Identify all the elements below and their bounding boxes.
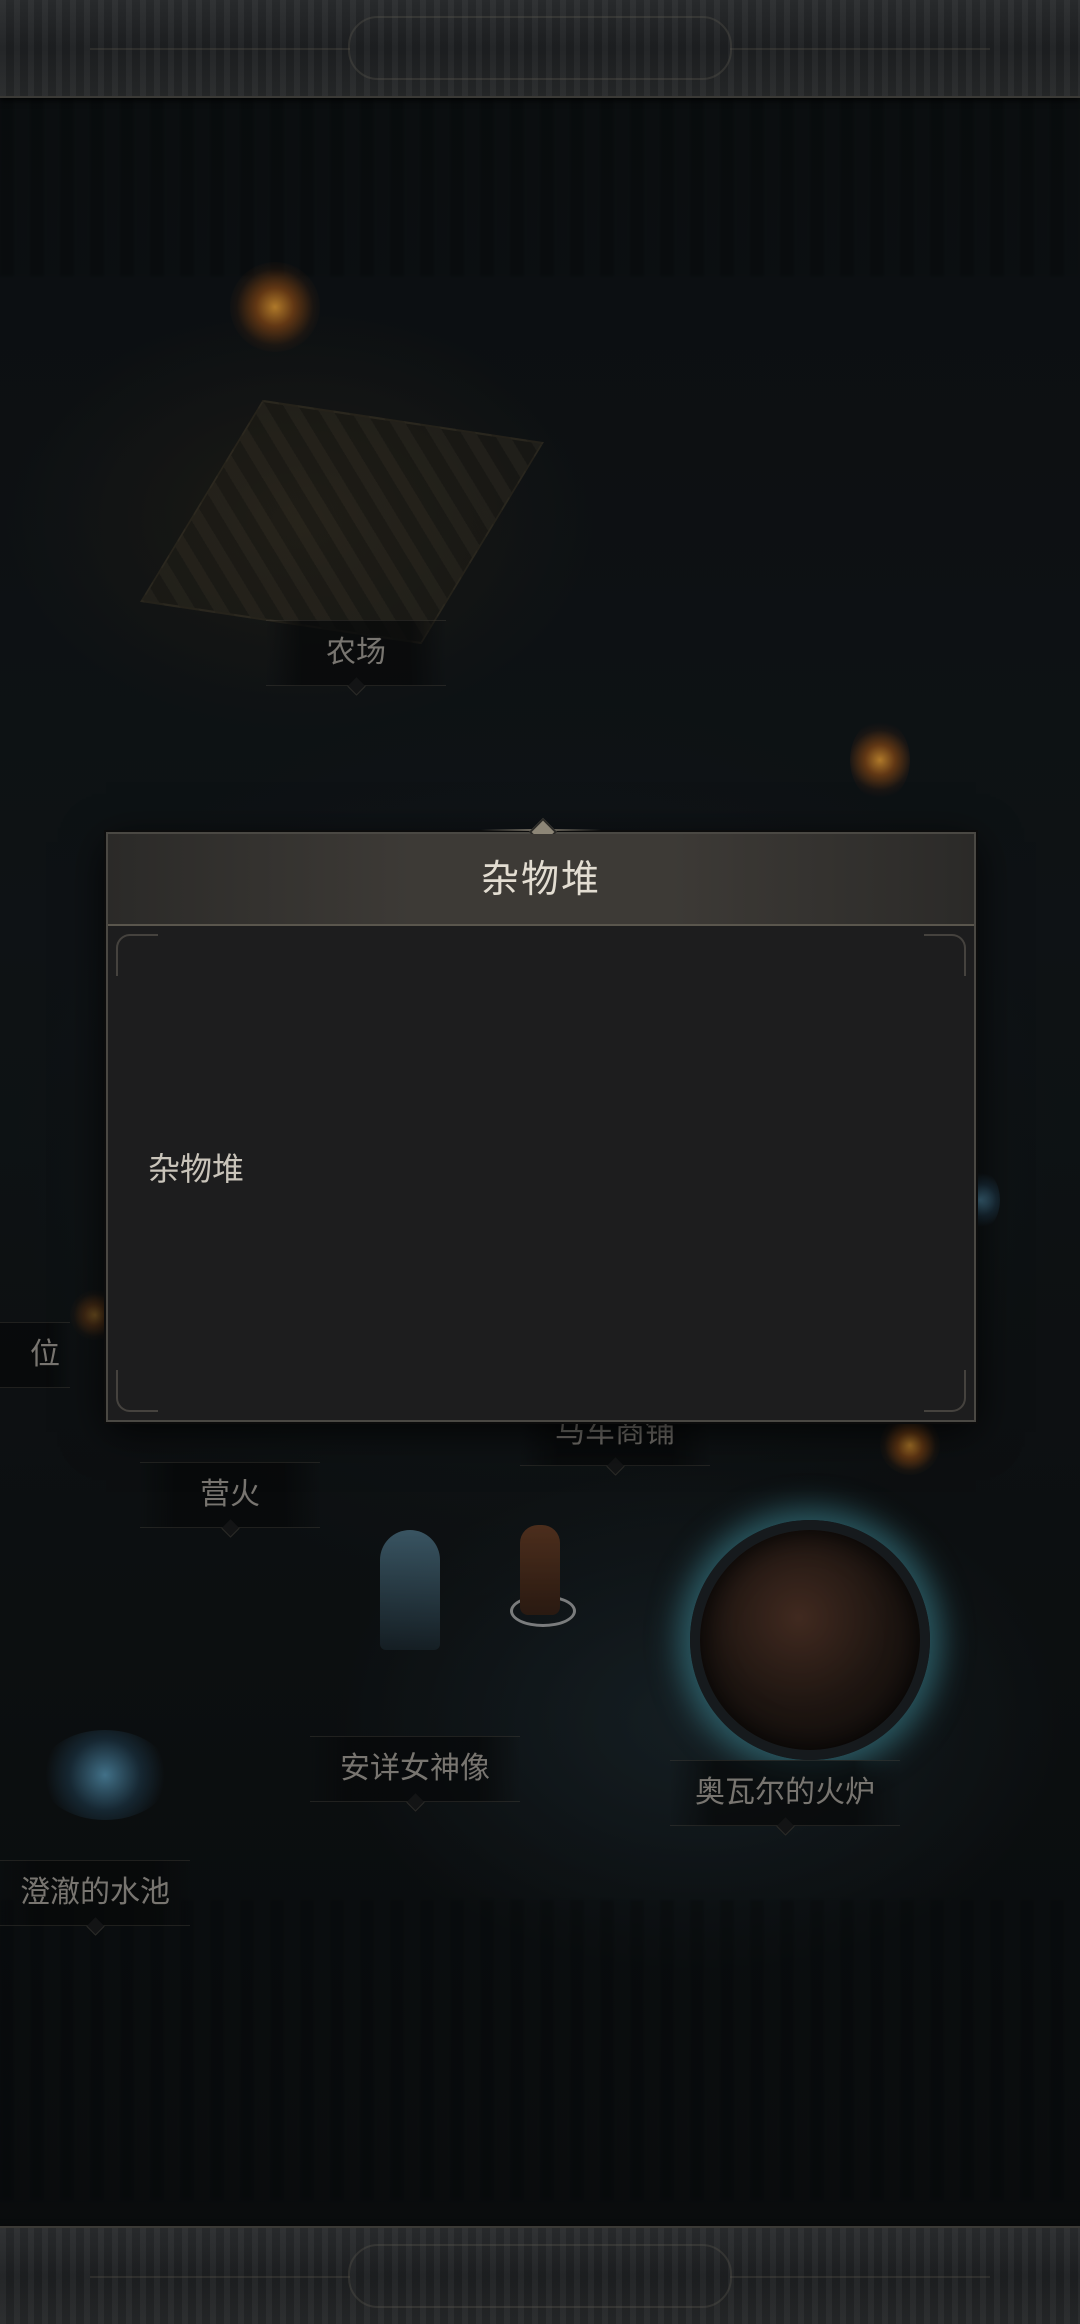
game-map-scene: 农场 位 营火 马车商铺 安详女神像 奥瓦尔的火炉 澄澈的水池 杂物堆 杂物堆 — [0, 0, 1080, 2324]
corner-ornament-icon — [116, 1370, 158, 1412]
top-ornament-icon — [90, 16, 990, 80]
info-dialog[interactable]: 杂物堆 杂物堆 — [106, 817, 976, 1422]
bottom-ornament-icon — [90, 2244, 990, 2308]
corner-ornament-icon — [924, 934, 966, 976]
dialog-header: 杂物堆 — [108, 834, 974, 926]
corner-ornament-icon — [924, 1370, 966, 1412]
corner-ornament-icon — [116, 934, 158, 976]
dialog-title: 杂物堆 — [480, 857, 601, 901]
bottom-frame-bar — [0, 2226, 1080, 2324]
top-frame-bar — [0, 0, 1080, 98]
dialog-description: 杂物堆 — [148, 1150, 245, 1188]
